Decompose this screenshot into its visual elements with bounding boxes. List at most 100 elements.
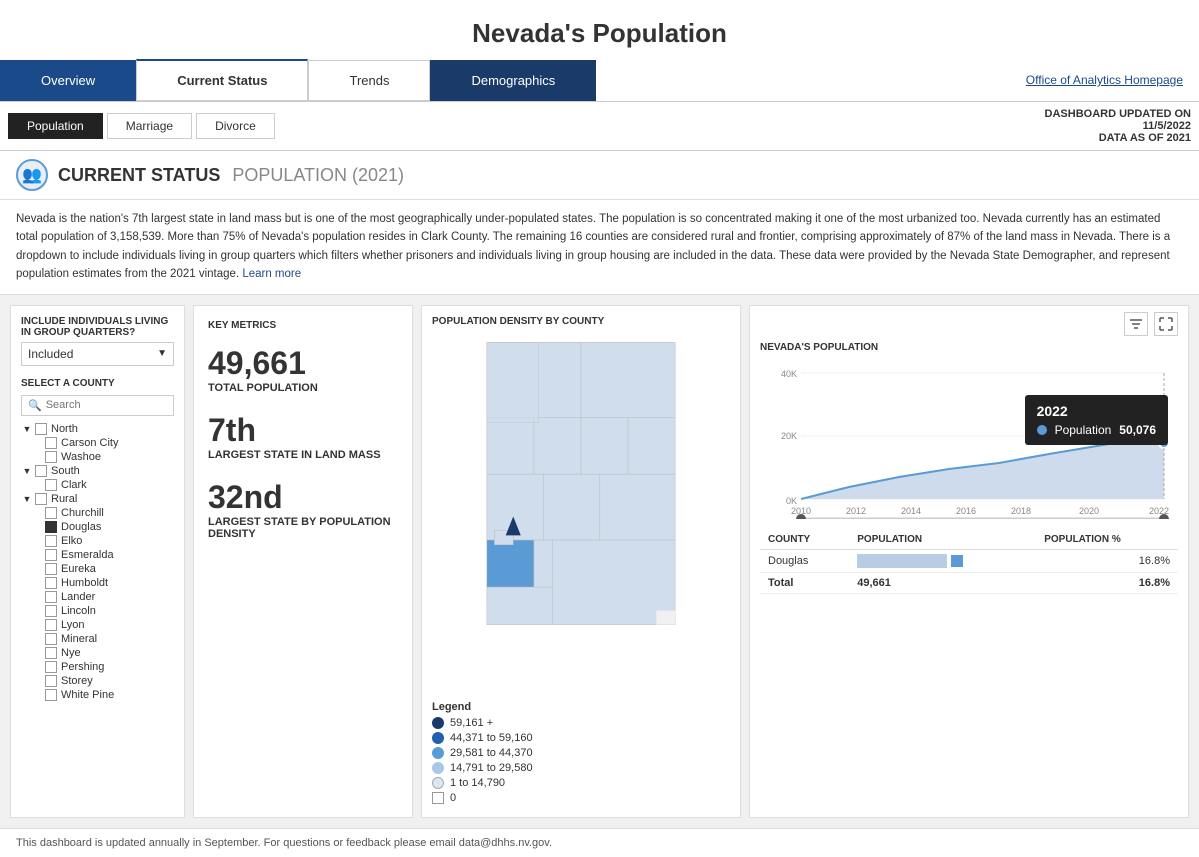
chart-area[interactable]: 2022 Population 50,076 40K 20K 0K xyxy=(750,359,1188,522)
subtab-divorce[interactable]: Divorce xyxy=(196,113,275,139)
checkbox-churchill[interactable] xyxy=(45,507,57,519)
subtab-population[interactable]: Population xyxy=(8,113,103,139)
rural-label: Rural xyxy=(51,493,77,505)
checkbox-white-pine[interactable] xyxy=(45,689,57,701)
toggle-south-icon[interactable]: ▼ xyxy=(21,465,33,477)
legend-item-4: 14,791 to 29,580 xyxy=(432,762,730,774)
tab-current-status[interactable]: Current Status xyxy=(136,59,308,101)
tab-overview[interactable]: Overview xyxy=(0,60,136,101)
tree-item-nye[interactable]: Nye xyxy=(29,646,174,660)
tree-item-douglas[interactable]: Douglas xyxy=(29,520,174,534)
checkbox-lander[interactable] xyxy=(45,591,57,603)
tree-item-mineral[interactable]: Mineral xyxy=(29,632,174,646)
legend-item-6: 0 xyxy=(432,792,730,804)
checkbox-eureka[interactable] xyxy=(45,563,57,575)
checkbox-lyon[interactable] xyxy=(45,619,57,631)
tree-item-lincoln[interactable]: Lincoln xyxy=(29,604,174,618)
search-icon: 🔍 xyxy=(28,399,42,412)
tree-group-south[interactable]: ▼ South xyxy=(21,464,174,478)
right-panel: NEVADA'S POPULATION 2022 Population 50,0… xyxy=(749,305,1189,818)
checkbox-washoe[interactable] xyxy=(45,451,57,463)
total-row: Total 49,661 16.8% xyxy=(760,572,1178,593)
toggle-north-icon[interactable]: ▼ xyxy=(21,423,33,435)
checkbox-storey[interactable] xyxy=(45,675,57,687)
main-title: Nevada's Population xyxy=(0,0,1199,59)
subtab-marriage[interactable]: Marriage xyxy=(107,113,192,139)
nav-tabs: Overview Current Status Trends Demograph… xyxy=(0,59,1199,102)
bar-square-icon xyxy=(951,555,963,567)
description-text: Nevada is the nation's 7th largest state… xyxy=(16,213,1170,280)
checkbox-lincoln[interactable] xyxy=(45,605,57,617)
chart-data-table-container: COUNTY POPULATION POPULATION % Douglas xyxy=(750,530,1188,594)
left-panel: INCLUDE INDIVIDUALS LIVING IN GROUP QUAR… xyxy=(10,305,185,818)
legend-dot-3 xyxy=(432,747,444,759)
col-county: COUNTY xyxy=(760,530,849,550)
tree-item-lander[interactable]: Lander xyxy=(29,590,174,604)
checkbox-nye[interactable] xyxy=(45,647,57,659)
row-county: Douglas xyxy=(760,549,849,572)
map-panel: POPULATION DENSITY BY COUNTY xyxy=(421,305,741,818)
tree-group-north[interactable]: ▼ North xyxy=(21,422,174,436)
land-mass-label: LARGEST STATE IN LAND MASS xyxy=(208,449,398,461)
tree-group-rural[interactable]: ▼ Rural xyxy=(21,492,174,506)
legend-dot-2 xyxy=(432,732,444,744)
map-container[interactable] xyxy=(432,333,730,693)
search-input[interactable] xyxy=(46,399,167,411)
checkbox-north[interactable] xyxy=(35,423,47,435)
tree-item-clark[interactable]: Clark xyxy=(29,478,174,492)
filter-icon-btn[interactable] xyxy=(1124,312,1148,336)
north-label: North xyxy=(51,423,78,435)
row-pct: 16.8% xyxy=(1036,549,1178,572)
tree-item-washoe[interactable]: Washoe xyxy=(29,450,174,464)
sub-tabs-row: Population Marriage Divorce DASHBOARD UP… xyxy=(0,102,1199,151)
key-metrics-title: KEY METRICS xyxy=(208,320,398,331)
tree-item-white-pine[interactable]: White Pine xyxy=(29,688,174,702)
washoe-label: Washoe xyxy=(61,451,101,463)
tab-trends[interactable]: Trends xyxy=(308,60,430,101)
filter-icon xyxy=(1129,317,1143,331)
tab-demographics[interactable]: Demographics xyxy=(430,60,596,101)
tree-item-pershing[interactable]: Pershing xyxy=(29,660,174,674)
tree-item-eureka[interactable]: Eureka xyxy=(29,562,174,576)
county-search-box[interactable]: 🔍 xyxy=(21,395,174,416)
tree-item-humboldt[interactable]: Humboldt xyxy=(29,576,174,590)
checkbox-humboldt[interactable] xyxy=(45,577,57,589)
tooltip-row: Population 50,076 xyxy=(1037,423,1156,437)
checkbox-clark[interactable] xyxy=(45,479,57,491)
legend-item-3: 29,581 to 44,370 xyxy=(432,747,730,759)
main-content: INCLUDE INDIVIDUALS LIVING IN GROUP QUAR… xyxy=(0,295,1199,828)
legend-dot-5 xyxy=(432,777,444,789)
checkbox-pershing[interactable] xyxy=(45,661,57,673)
tree-item-churchill[interactable]: Churchill xyxy=(29,506,174,520)
legend-dot-1 xyxy=(432,717,444,729)
land-mass-rank: 7th xyxy=(208,412,398,449)
total-label: Total xyxy=(760,572,849,593)
checkbox-rural[interactable] xyxy=(35,493,47,505)
toggle-rural-icon[interactable]: ▼ xyxy=(21,493,33,505)
tree-item-storey[interactable]: Storey xyxy=(29,674,174,688)
eureka-label: Eureka xyxy=(61,563,96,575)
tree-item-lyon[interactable]: Lyon xyxy=(29,618,174,632)
checkbox-douglas[interactable] xyxy=(45,521,57,533)
description-area: Nevada is the nation's 7th largest state… xyxy=(0,200,1199,295)
south-label: South xyxy=(51,465,80,477)
svg-text:2014: 2014 xyxy=(901,506,921,516)
svg-text:2016: 2016 xyxy=(956,506,976,516)
checkbox-esmeralda[interactable] xyxy=(45,549,57,561)
checkbox-south[interactable] xyxy=(35,465,47,477)
col-population: POPULATION xyxy=(849,530,1036,550)
svg-text:👥: 👥 xyxy=(22,167,42,184)
county-select-label: SELECT A COUNTY xyxy=(21,378,174,389)
expand-icon-btn[interactable] xyxy=(1154,312,1178,336)
footer: This dashboard is updated annually in Se… xyxy=(0,828,1199,857)
office-analytics-link[interactable]: Office of Analytics Homepage xyxy=(1026,73,1199,87)
tree-item-carson-city[interactable]: Carson City xyxy=(29,436,174,450)
tree-item-esmeralda[interactable]: Esmeralda xyxy=(29,548,174,562)
checkbox-mineral[interactable] xyxy=(45,633,57,645)
checkbox-carson-city[interactable] xyxy=(45,437,57,449)
checkbox-elko[interactable] xyxy=(45,535,57,547)
group-quarters-dropdown[interactable]: Included ▼ xyxy=(21,342,174,366)
tree-item-elko[interactable]: Elko xyxy=(29,534,174,548)
north-children: Carson City Washoe xyxy=(21,436,174,464)
learn-more-link[interactable]: Learn more xyxy=(242,268,301,280)
